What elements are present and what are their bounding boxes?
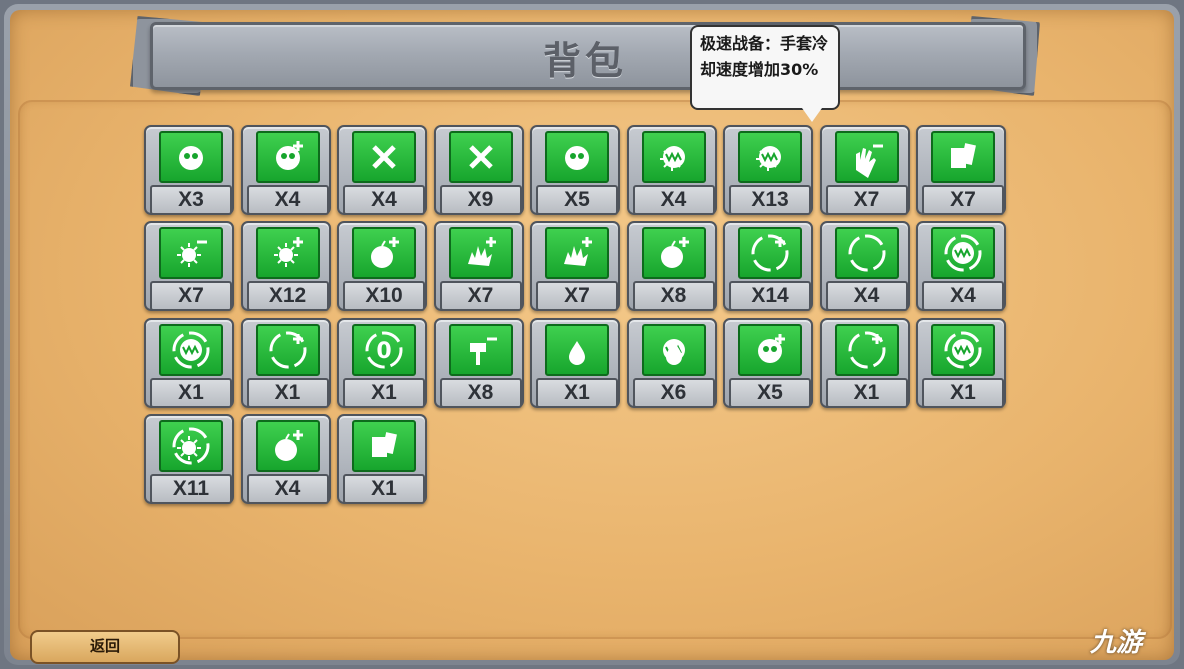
inventory-slot[interactable]: X4	[916, 221, 1006, 312]
inventory-slot[interactable]: X10	[337, 221, 427, 312]
inventory-slot[interactable]: X7	[530, 221, 620, 312]
item-count: X1	[246, 377, 329, 408]
eye-orb-icon	[159, 131, 223, 183]
spiky-plus-icon	[448, 227, 513, 280]
inventory-slot[interactable]: X5	[723, 317, 813, 408]
item-count: X1	[536, 377, 618, 408]
item-count: X3	[150, 185, 232, 215]
item-count: X1	[343, 377, 425, 408]
target-cross-icon	[352, 131, 416, 183]
item-count: X12	[246, 281, 329, 312]
fangs-ring-icon	[931, 323, 995, 376]
item-count: X7	[439, 281, 522, 312]
inventory-slot[interactable]: X7	[144, 221, 234, 312]
fangs-drop-icon	[641, 323, 706, 376]
inventory-slot[interactable]: X7	[433, 221, 524, 312]
item-count: X5	[729, 377, 811, 408]
item-count: X1	[150, 377, 232, 408]
page-title: 背包	[542, 39, 627, 83]
item-count: X8	[632, 281, 715, 312]
inventory-slot[interactable]: X3	[144, 125, 234, 215]
apple-plus-icon	[641, 227, 706, 280]
svg-text:0: 0	[376, 339, 391, 364]
inventory-slot[interactable]: X1	[530, 317, 620, 408]
item-count: X11	[150, 473, 232, 504]
plus-ring-plus-icon	[834, 323, 899, 376]
item-count: X1	[343, 473, 425, 504]
item-count: X13	[729, 185, 811, 215]
fangs-ring-icon	[159, 323, 223, 376]
inventory-slot[interactable]: X9	[433, 125, 524, 215]
card-shield-icon	[931, 131, 995, 183]
glove-minus-icon	[834, 131, 899, 183]
inventory-slot[interactable]: X13	[723, 125, 813, 215]
inventory-slot[interactable]: X4	[337, 125, 427, 215]
item-count: X4	[246, 473, 329, 504]
item-count: X4	[825, 281, 908, 312]
inventory-slot[interactable]: X1	[240, 317, 331, 408]
hammer-minus-icon	[448, 323, 513, 376]
item-count: X8	[439, 377, 522, 408]
eye-swirl-icon	[545, 131, 609, 183]
inventory-slot[interactable]: X4	[626, 125, 717, 215]
item-count: X4	[632, 185, 715, 215]
sun-face-crown-icon	[738, 131, 802, 183]
plus-ring-icon	[255, 323, 320, 376]
spiky-beast-plus-icon	[545, 227, 609, 280]
item-count: X4	[343, 185, 425, 215]
inventory-slot[interactable]: X7	[916, 125, 1006, 215]
inventory-slot[interactable]: X5	[530, 125, 620, 215]
title-banner: 背包	[130, 16, 1040, 96]
inventory-slot[interactable]: X14	[723, 221, 813, 312]
crossed-fists-icon	[448, 131, 513, 183]
inventory-slot[interactable]: X11	[144, 413, 234, 504]
item-tooltip: 极速战备：手套冷却速度增加30%	[690, 25, 840, 122]
inventory-slot[interactable]: X7	[819, 125, 910, 215]
fan-ring-icon	[834, 227, 899, 280]
inventory-slot[interactable]: X8	[433, 317, 524, 408]
orb-plus-icon	[255, 131, 320, 183]
sunburst-minus-icon	[159, 227, 223, 280]
back-button[interactable]: 返回	[30, 630, 180, 664]
inventory-slot[interactable]: X4	[240, 413, 331, 504]
apple-plus-icon	[255, 419, 320, 472]
inventory-slot[interactable]: X1	[819, 317, 910, 408]
item-count: X1	[922, 377, 1004, 408]
inventory-slot[interactable]: X8	[626, 221, 717, 312]
item-count: X5	[536, 185, 618, 215]
inventory-slot[interactable]: X6	[626, 317, 717, 408]
inventory-slot[interactable]: X12	[240, 221, 331, 312]
sun-face-icon	[641, 131, 706, 183]
item-count: X7	[825, 185, 908, 215]
bomb-plus-icon	[352, 227, 416, 280]
zero-ring-icon: 0	[352, 323, 416, 376]
inventory-slot[interactable]: X1	[144, 317, 234, 408]
item-count: X14	[729, 281, 811, 312]
double-orb-plus-icon	[738, 323, 802, 376]
inventory-slot[interactable]: X1	[916, 317, 1006, 408]
item-count: X7	[922, 185, 1004, 215]
inventory-slot[interactable]: X4	[819, 221, 910, 312]
item-count: X9	[439, 185, 522, 215]
heart-plus-ring-icon	[738, 227, 802, 280]
inventory-slot[interactable]: X1	[337, 413, 427, 504]
item-count: X10	[343, 281, 425, 312]
tools-book-icon	[352, 419, 416, 472]
fangs-ring-icon	[931, 227, 995, 280]
drop-dots-icon	[545, 323, 609, 376]
inventory-slot[interactable]: X4	[240, 125, 331, 215]
sunburst-plus-icon	[255, 227, 320, 280]
item-count: X4	[246, 185, 329, 215]
item-count: X1	[825, 377, 908, 408]
item-count: X6	[632, 377, 715, 408]
inventory-slot[interactable]: 0 X1	[337, 317, 427, 408]
sun-ring-icon	[159, 419, 223, 472]
item-count: X4	[922, 281, 1004, 312]
item-count: X7	[150, 281, 232, 312]
watermark-logo: 九游	[1090, 628, 1143, 658]
item-count: X7	[536, 281, 618, 312]
